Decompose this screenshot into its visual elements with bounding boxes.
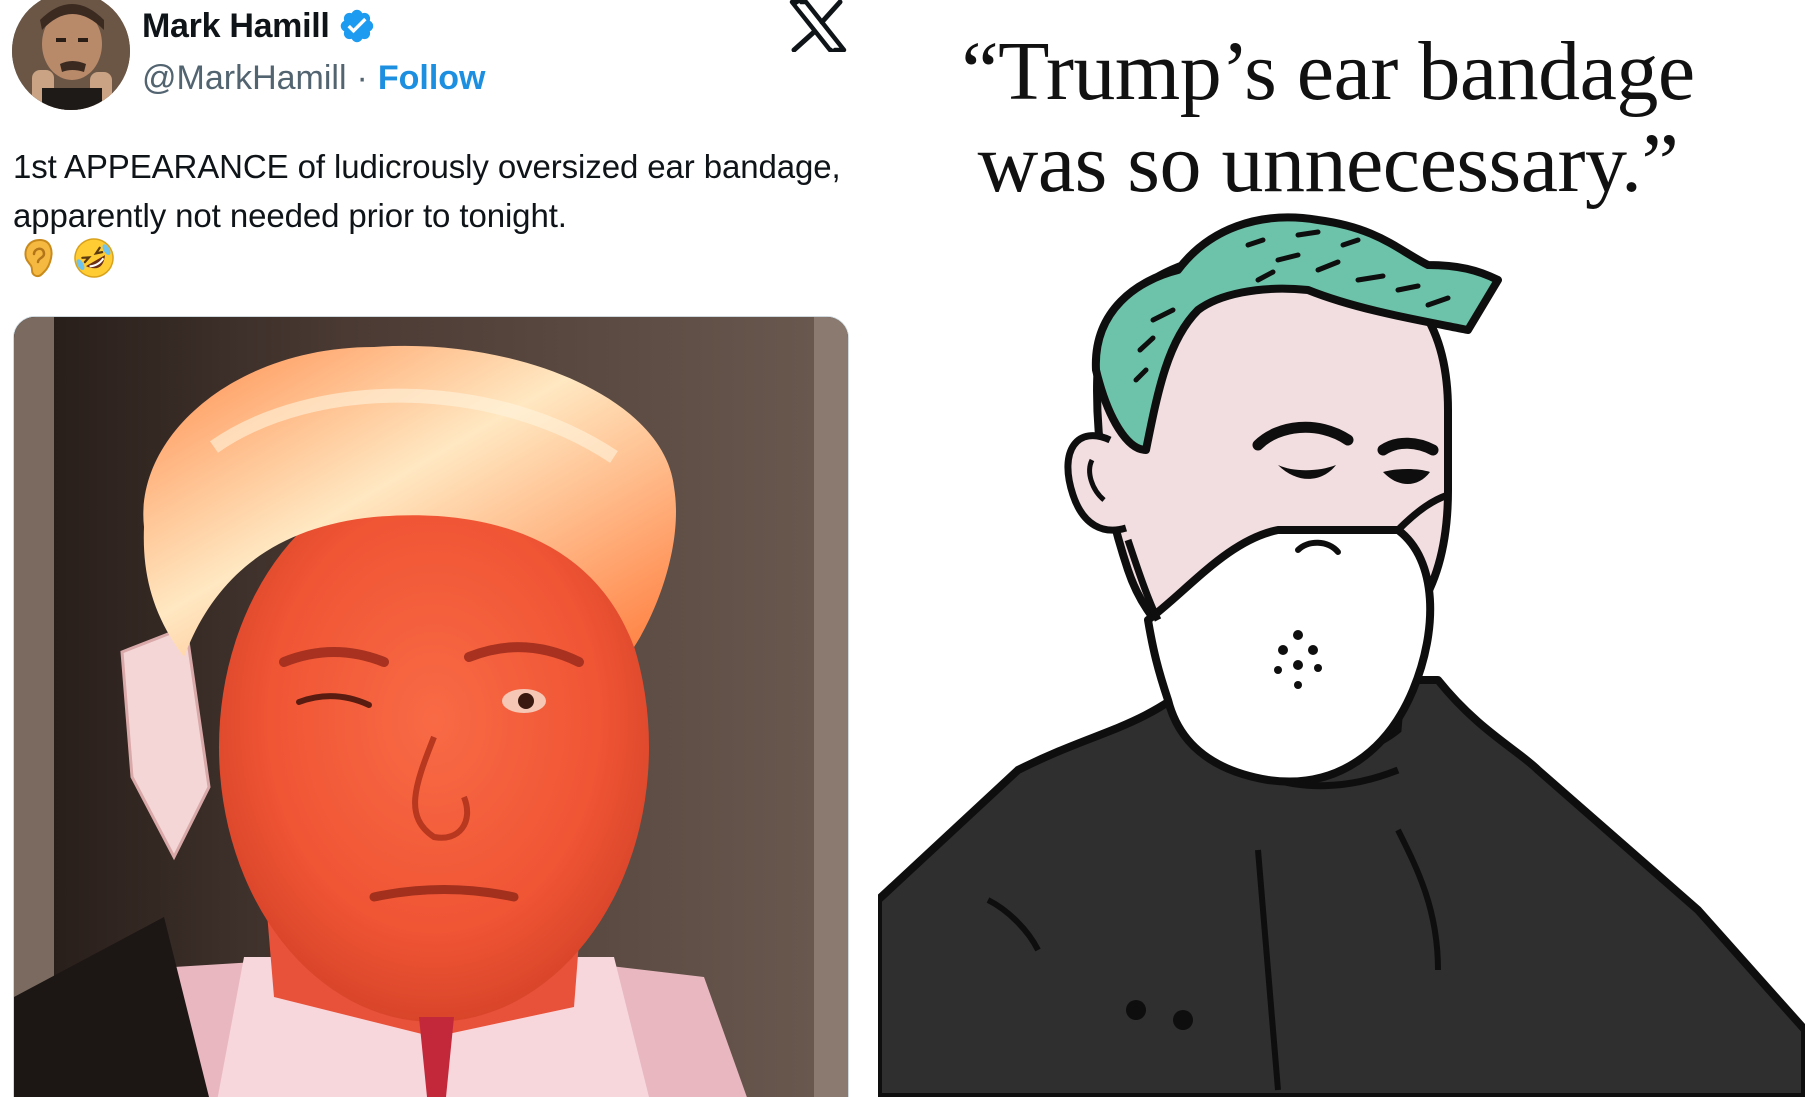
author-avatar[interactable] [12, 0, 130, 110]
emoji-row [18, 236, 116, 280]
verified-badge-icon [338, 7, 376, 45]
tweet-body-text: 1st APPEARANCE of ludicrously oversized … [13, 148, 841, 234]
panel-divider [868, 0, 878, 1097]
x-logo-icon[interactable] [788, 0, 848, 53]
rolling-on-floor-laughing-emoji-icon [72, 236, 116, 280]
quote-line-2: was so unnecessary.” [977, 117, 1679, 210]
cartoon-quote: “Trump’s ear bandage was so unnecessary.… [878, 26, 1778, 210]
quote-line-1: “Trump’s ear bandage [961, 25, 1695, 118]
cartoon-panel: “Trump’s ear bandage was so unnecessary.… [878, 0, 1805, 1097]
author-handle[interactable]: @MarkHamill [142, 59, 347, 98]
handle-row: @MarkHamill · Follow [142, 54, 486, 102]
author-name-row: Mark Hamill [142, 4, 376, 48]
follow-button[interactable]: Follow [378, 59, 486, 98]
separator-dot: · [356, 58, 368, 97]
tweet-card: Mark Hamill @MarkHamill · Follow 1st APP… [0, 0, 868, 1097]
cartoon-illustration [878, 210, 1805, 1097]
tweet-photo[interactable] [13, 316, 849, 1097]
ear-emoji-icon [18, 236, 62, 280]
author-name[interactable]: Mark Hamill [142, 7, 330, 46]
